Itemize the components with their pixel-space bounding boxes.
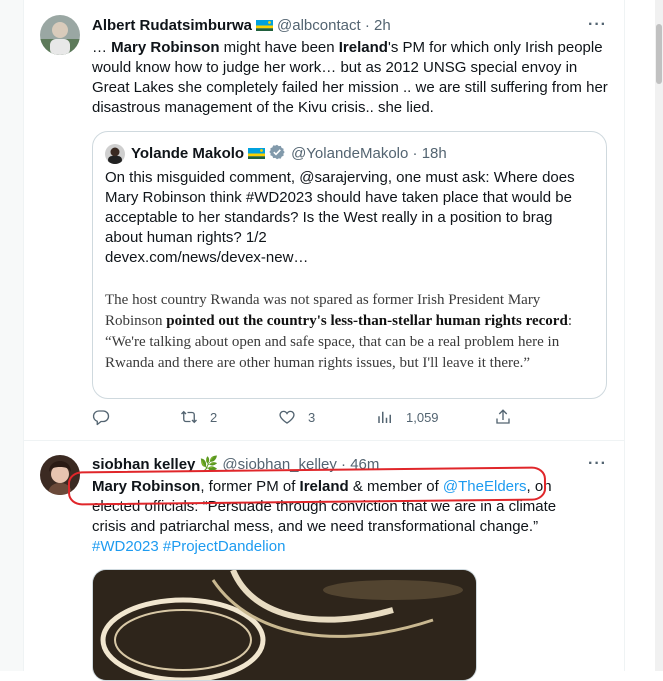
author-name[interactable]: Albert Rudatsimburwa [92,17,252,34]
tweet-text: … Mary Robinson might have been Ireland'… [92,38,612,118]
tweet-header: Albert Rudatsimburwa @albcontact · 2h [92,16,391,36]
separator-dot: · [412,145,418,162]
views-count: 1,059 [406,409,439,425]
tweet-actions: 2 3 1,059 [92,408,612,432]
quoted-avatar [105,144,125,164]
text-fragment: … [92,39,112,56]
red-highlight-annotation [67,466,547,506]
avatar[interactable] [40,15,80,55]
scrollbar-track[interactable] [655,0,663,671]
heart-icon [279,410,295,424]
article-screenshot-image: The host country Rwanda was not spared a… [105,290,593,374]
text-fragment: On this misguided comment, [105,169,300,186]
share-button[interactable] [494,408,524,426]
separator-dot: · [364,17,370,34]
quoted-timestamp: 18h [421,145,447,162]
scrollbar-thumb[interactable] [656,24,662,84]
tweet[interactable]: siobhan kelley 🌿 @siobhan_kelley · 46m ·… [24,441,624,681]
mention-link[interactable]: @sarajerving [299,169,388,186]
quoted-url[interactable]: devex.com/news/devex-new… [105,249,308,266]
article-text-bold: pointed out the country's less-than-stel… [166,313,568,329]
quoted-text: On this misguided comment, @sarajerving,… [105,168,593,268]
tweet[interactable]: Albert Rudatsimburwa @albcontact · 2h ···… [24,0,624,440]
quoted-header: Yolande Makolo @YolandeMakolo · 18h [131,144,447,164]
quoted-author-name: Yolande Makolo [131,145,245,162]
like-count: 3 [308,409,316,425]
verified-gov-badge-icon [269,144,285,160]
retweet-count: 2 [210,409,218,425]
reply-icon [92,410,110,426]
quoted-author-handle: @YolandeMakolo [291,145,409,162]
more-options-icon[interactable]: ··· [588,455,607,473]
tweet-photo[interactable] [92,569,477,681]
retweet-icon [181,410,197,424]
views-chart-icon [378,411,391,423]
like-button[interactable]: 3 [278,408,315,426]
more-options-icon[interactable]: ··· [588,16,607,34]
timestamp[interactable]: 2h [374,17,391,34]
reply-button[interactable] [92,408,122,426]
views-button[interactable]: 1,059 [376,408,439,426]
rwanda-flag-icon [248,145,266,159]
hashtag-links[interactable]: #WD2023 #ProjectDandelion [92,538,285,555]
text-fragment: might have been [219,39,339,56]
share-icon [496,409,510,424]
text-bold: Ireland [338,39,388,56]
rwanda-flag-icon [256,17,274,31]
retweet-button[interactable]: 2 [180,408,217,426]
left-gutter [0,0,23,671]
timeline: Albert Rudatsimburwa @albcontact · 2h ···… [23,0,625,681]
author-handle[interactable]: @albcontact [277,17,361,34]
text-bold: Mary Robinson [111,39,220,56]
quoted-tweet[interactable]: Yolande Makolo @YolandeMakolo · 18h On th… [92,131,607,399]
